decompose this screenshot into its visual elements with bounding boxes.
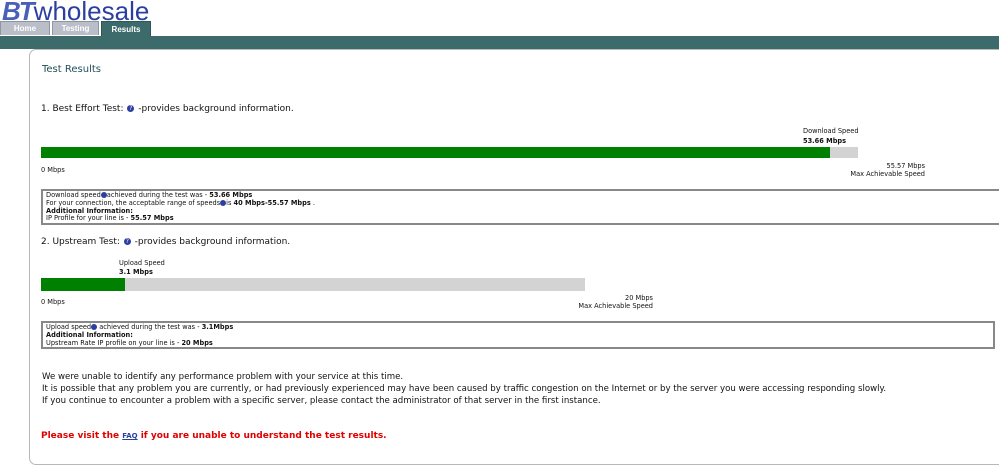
upload-info-line1: Upload speed achieved during the test wa… — [46, 323, 234, 331]
help-icon[interactable]: ? — [123, 238, 131, 245]
logo-wholesale: wholesale — [33, 0, 150, 26]
download-info-line2: For your connection, the acceptable rang… — [46, 198, 315, 207]
upload-speed-value: 3.1 Mbps — [119, 268, 153, 276]
download-min-label: 0 Mbps — [41, 166, 65, 174]
result-message: If you continue to encounter a problem w… — [42, 396, 601, 406]
upload-progress-fill — [41, 278, 126, 291]
bt-wholesale-logo: BT wholesale — [2, 0, 150, 26]
download-heading-prefix: 1. Best Effort Test: — [41, 104, 124, 114]
result-message: It is possible that any problem you are … — [42, 384, 887, 394]
faq-notice: Please visit the FAQ if you are unable t… — [41, 431, 387, 441]
download-info-line4: IP Profile for your line is - 55.57 Mbps — [46, 214, 174, 223]
page-title: Test Results — [42, 64, 101, 75]
download-section-heading: 1. Best Effort Test: ? -provides backgro… — [41, 104, 294, 114]
upload-max-label: Max Achievable Speed — [578, 302, 653, 310]
help-icon[interactable]: ? — [127, 105, 135, 112]
download-speed-label: Download Speed — [803, 127, 859, 135]
download-max-value: 55.57 Mbps — [886, 162, 925, 170]
upload-heading-prefix: 2. Upstream Test: — [41, 237, 120, 247]
download-heading-suffix: -provides background information. — [138, 104, 294, 114]
download-progress-fill — [41, 147, 830, 158]
download-additional-info-label: Additional Information: — [46, 206, 133, 215]
tab-testing[interactable]: Testing — [52, 21, 99, 35]
tab-home[interactable]: Home — [0, 21, 50, 35]
nav-tabs: Home Testing Results — [0, 21, 153, 36]
logo-bt: BT — [2, 0, 35, 26]
faq-link[interactable]: FAQ — [122, 432, 137, 440]
result-messages: We were unable to identify any performan… — [42, 371, 886, 407]
upload-info-line3: Upstream Rate IP profile on your line is… — [46, 338, 213, 347]
upload-min-label: 0 Mbps — [41, 298, 65, 306]
upload-heading-suffix: -provides background information. — [134, 237, 291, 247]
tab-results[interactable]: Results — [101, 21, 151, 36]
upload-speed-label: Upload Speed — [119, 259, 165, 267]
result-message: We were unable to identify any performan… — [42, 372, 404, 382]
download-max-label: Max Achievable Speed — [850, 170, 925, 178]
download-progress-track — [41, 147, 858, 158]
upload-section-heading: 2. Upstream Test: ? -provides background… — [41, 237, 290, 247]
upload-max-value: 20 Mbps — [625, 294, 653, 302]
nav-bar — [0, 36, 999, 49]
download-info-box: Download speed achieved during the test w… — [41, 189, 999, 225]
upload-info-box: Upload speed achieved during the test wa… — [41, 321, 995, 349]
upload-progress-track — [41, 278, 585, 291]
download-speed-value: 53.66 Mbps — [803, 137, 847, 145]
